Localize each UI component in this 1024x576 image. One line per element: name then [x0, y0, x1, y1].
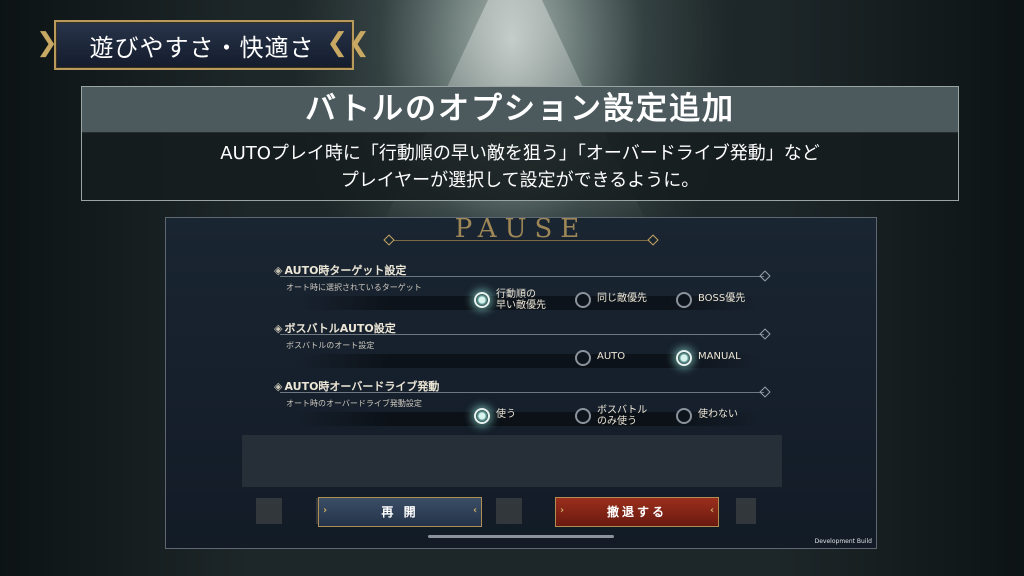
home-indicator[interactable]: [428, 535, 614, 538]
section-rule: [280, 276, 764, 277]
pause-window: PAUSE ◈ AUTO時ターゲット設定 オート時に選択されているターゲット 行動…: [165, 217, 877, 549]
resume-label: 再 開: [381, 505, 419, 519]
radio-unselected-icon[interactable]: [575, 408, 591, 424]
radio-selected-icon[interactable]: [474, 408, 490, 424]
rule-end-diamond-icon: [759, 270, 771, 282]
option-label: BOSS優先: [698, 293, 746, 304]
option-label: MANUAL: [698, 351, 741, 362]
option-label: 使う: [496, 409, 516, 420]
rule-end-diamond-icon: [759, 328, 771, 340]
empty-panel: [242, 435, 782, 487]
option-label: 行動順の 早い敵優先: [496, 289, 546, 311]
section-rule: [280, 392, 764, 393]
radio-unselected-icon[interactable]: [575, 292, 591, 308]
rule-end-diamond-icon: [759, 386, 771, 398]
option-label: 同じ敵優先: [597, 293, 647, 304]
description-line-2: プレイヤーが選択して設定ができるように。: [340, 170, 700, 191]
feature-tag: ❯❯ ❮❮ 遊びやすさ・快適さ: [34, 18, 370, 70]
radio-unselected-icon[interactable]: [575, 350, 591, 366]
radio-selected-icon[interactable]: [676, 350, 692, 366]
option-label: 使わない: [698, 409, 738, 420]
retreat-label: 撤退する: [606, 505, 667, 519]
resume-button[interactable]: › 再 開 ‹: [318, 497, 482, 527]
section-rule: [280, 334, 764, 335]
headline-box: バトルのオプション設定追加 AUTOプレイ時に「行動順の早い敵を狙う」「オーバー…: [81, 86, 959, 202]
section-subtitle: オート時のオーバードライブ発動設定: [286, 399, 422, 408]
radio-unselected-icon[interactable]: [676, 292, 692, 308]
option-label: AUTO: [597, 351, 626, 362]
options-bar: [296, 354, 762, 368]
button-corner-icon: ‹: [472, 505, 478, 516]
headline-title-bar: バトルのオプション設定追加: [81, 86, 959, 133]
button-corner-icon: ›: [559, 505, 565, 516]
options-bar: [296, 412, 762, 426]
description-line-1: AUTOプレイ時に「行動順の早い敵を狙う」「オーバードライブ発動」など: [220, 143, 820, 164]
tag-label: 遊びやすさ・快適さ: [89, 34, 315, 62]
button-corner-icon: ›: [322, 505, 328, 516]
headline-title: バトルのオプション設定追加: [305, 91, 735, 127]
dev-build-label: Development Build: [814, 538, 872, 545]
headline-description: AUTOプレイ時に「行動順の早い敵を狙う」「オーバードライブ発動」など プレイヤ…: [81, 132, 959, 201]
section-subtitle: ボスバトルのオート設定: [286, 341, 375, 350]
section-subtitle: オート時に選択されているターゲット: [286, 283, 422, 292]
radio-unselected-icon[interactable]: [676, 408, 692, 424]
radio-selected-icon[interactable]: [474, 292, 490, 308]
button-corner-icon: ‹: [709, 505, 715, 516]
title-divider: [388, 240, 654, 241]
retreat-button[interactable]: › 撤退する ‹: [555, 497, 719, 527]
option-label: ボスバトル のみ使う: [597, 405, 648, 427]
